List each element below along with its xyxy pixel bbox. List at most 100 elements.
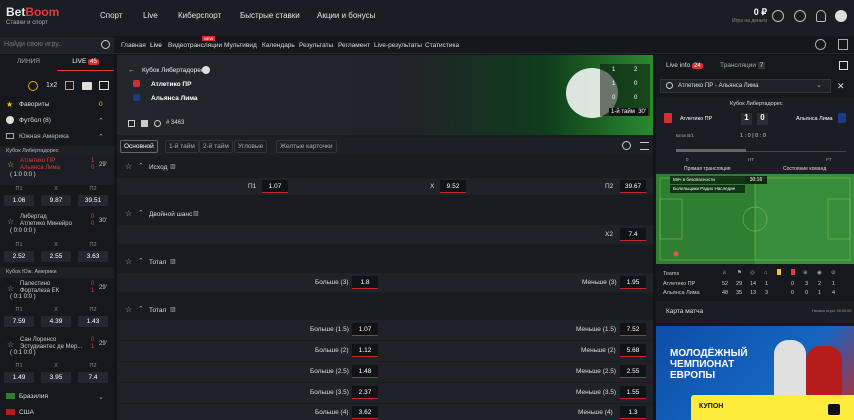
odd-x[interactable]: Х 4.39 — [41, 307, 71, 327]
search-icon[interactable] — [101, 40, 110, 49]
breadcrumb-rules[interactable]: Регламент — [338, 42, 370, 49]
chevron-up-icon[interactable]: ⌃ — [138, 257, 144, 265]
nav-esports[interactable]: Киберспорт — [178, 11, 221, 20]
odd-button[interactable]: 1.8 — [352, 276, 378, 289]
bet-slip-icon[interactable] — [828, 404, 840, 415]
tab-corners[interactable]: Угловые — [234, 140, 268, 153]
stats-chart-icon[interactable]: ▥ — [170, 163, 176, 170]
info-icon[interactable] — [202, 66, 210, 74]
odd-button[interactable]: 1.12 — [352, 344, 378, 357]
stat-icon: ⊘ — [831, 270, 836, 276]
odd-p2[interactable]: П2 7.4 — [78, 363, 108, 383]
nav-live[interactable]: Live — [143, 11, 158, 20]
layout-icon[interactable] — [838, 39, 848, 50]
star-icon[interactable]: ☆ — [7, 284, 14, 293]
pin-off-icon[interactable]: ✕ — [837, 81, 845, 92]
odd-button[interactable]: 2.55 — [620, 365, 646, 378]
odd-button[interactable]: 1.07 — [352, 323, 378, 336]
card-view-icon[interactable] — [82, 82, 92, 90]
breadcrumb-home[interactable]: Главная — [121, 42, 146, 49]
odd-button[interactable]: 9.52 — [440, 180, 466, 193]
tab-live[interactable]: LIVE 45 — [57, 58, 114, 65]
breadcrumb-video[interactable]: Видеотрансляции — [168, 42, 222, 49]
odd-p1[interactable]: П1 7.59 — [4, 307, 34, 327]
stats-chart-icon[interactable]: ▥ — [193, 210, 199, 217]
odd-p1[interactable]: П1 2.52 — [4, 242, 34, 262]
market-row — [117, 362, 653, 382]
breadcrumb-stats[interactable]: Статистика — [425, 42, 459, 49]
chevron-up-icon[interactable]: ⌃ — [138, 162, 144, 170]
star-icon[interactable]: ☆ — [125, 305, 132, 314]
filter-icon[interactable] — [640, 142, 649, 150]
back-icon[interactable]: ← — [128, 67, 135, 74]
stats-icon[interactable] — [141, 120, 148, 127]
tab-streams[interactable]: Трансляции 7 — [720, 62, 766, 69]
odd-button[interactable]: 1.48 — [352, 365, 378, 378]
odd-button[interactable]: 7.52 — [620, 323, 646, 336]
star-icon[interactable]: ☆ — [125, 257, 132, 266]
pin-icon[interactable] — [128, 120, 135, 127]
search-icon[interactable] — [622, 141, 631, 150]
list-view-icon[interactable] — [65, 81, 74, 90]
tab-2nd-half[interactable]: 2-й тайм — [199, 140, 233, 153]
breadcrumb-multiview[interactable]: Мультивид — [224, 42, 257, 49]
logo[interactable]: BetBoom Ставки и спорт — [6, 5, 59, 26]
star-icon[interactable]: ☆ — [7, 340, 14, 349]
odd-x[interactable]: Х 9.87 — [41, 186, 71, 206]
balance[interactable]: 0 ₽ Игра на деньги — [727, 7, 767, 24]
tv-icon[interactable] — [154, 120, 161, 127]
league-libertadores[interactable]: Кубок Либертадорес — [0, 146, 114, 157]
odd-button[interactable]: 7.4 — [620, 228, 646, 241]
tab-main[interactable]: Основной — [120, 140, 158, 153]
nav-promo[interactable]: Акции и бонусы — [317, 11, 375, 20]
odd-button[interactable]: 1.55 — [620, 386, 646, 399]
league-sudamericana[interactable]: Кубок Юж. Америки — [0, 267, 114, 278]
odd-button[interactable]: 5.68 — [620, 344, 646, 357]
odd-x[interactable]: Х 3.95 — [41, 363, 71, 383]
history-icon[interactable] — [794, 10, 806, 22]
tab-1st-half[interactable]: 1-й тайм — [165, 140, 199, 153]
breadcrumb-live[interactable]: Live — [150, 42, 162, 49]
tab-yellow-cards[interactable]: Желтые карточки — [276, 140, 337, 153]
search-input[interactable]: Найди свою игру.. — [0, 37, 114, 53]
stats-chart-icon[interactable]: ▥ — [170, 306, 176, 313]
nav-fast-bets[interactable]: Быстрые ставки — [240, 11, 300, 20]
chevron-up-icon[interactable]: ⌃ — [138, 209, 144, 217]
monitor-icon[interactable] — [99, 81, 109, 90]
odd-button[interactable]: 1.95 — [620, 276, 646, 289]
odd-p1[interactable]: П1 1.49 — [4, 363, 34, 383]
refresh-icon[interactable] — [815, 39, 826, 50]
link-team-lineups[interactable]: Состояние команд — [783, 166, 826, 172]
odd-button[interactable]: 1.07 — [262, 180, 288, 193]
link-live-stream[interactable]: Прямая трансляция — [684, 166, 730, 172]
star-icon[interactable]: ☆ — [7, 217, 14, 226]
odd-p2[interactable]: П2 3.63 — [78, 242, 108, 262]
deposit-icon[interactable] — [772, 10, 784, 22]
odd-p1[interactable]: П1 1.06 — [4, 186, 34, 206]
market-header[interactable] — [117, 157, 653, 178]
odd-x[interactable]: Х 2.55 — [41, 242, 71, 262]
bell-icon[interactable] — [816, 10, 826, 22]
breadcrumb-live-results[interactable]: Live-результаты — [374, 42, 422, 49]
stats-team2: Альянса Лима — [663, 290, 700, 296]
odd-p2[interactable]: П2 39.51 — [78, 186, 108, 206]
user-icon[interactable] — [835, 10, 847, 22]
breadcrumb-calendar[interactable]: Календарь — [262, 42, 295, 49]
breadcrumb-results[interactable]: Результаты — [299, 42, 333, 49]
tab-line[interactable]: ЛИНИЯ — [0, 58, 57, 65]
odd-button[interactable]: 39.67 — [620, 180, 646, 193]
globe-icon[interactable] — [28, 81, 38, 91]
odd-button[interactable]: 2.37 — [352, 386, 378, 399]
odd-button[interactable]: 3.62 — [352, 406, 378, 419]
star-icon[interactable]: ☆ — [125, 162, 132, 171]
star-icon[interactable]: ☆ — [125, 209, 132, 218]
odd-button[interactable]: 1.3 — [620, 406, 646, 419]
tab-live-info[interactable]: Live info 24 — [666, 62, 703, 69]
expand-icon[interactable] — [839, 61, 848, 70]
stats-chart-icon[interactable]: ▥ — [170, 258, 176, 265]
odd-format[interactable]: 1x2 — [46, 82, 57, 89]
nav-sport[interactable]: Спорт — [100, 11, 123, 20]
odd-p2[interactable]: П2 1.43 — [78, 307, 108, 327]
chevron-up-icon[interactable]: ⌃ — [138, 305, 144, 313]
star-icon[interactable]: ☆ — [7, 160, 14, 169]
